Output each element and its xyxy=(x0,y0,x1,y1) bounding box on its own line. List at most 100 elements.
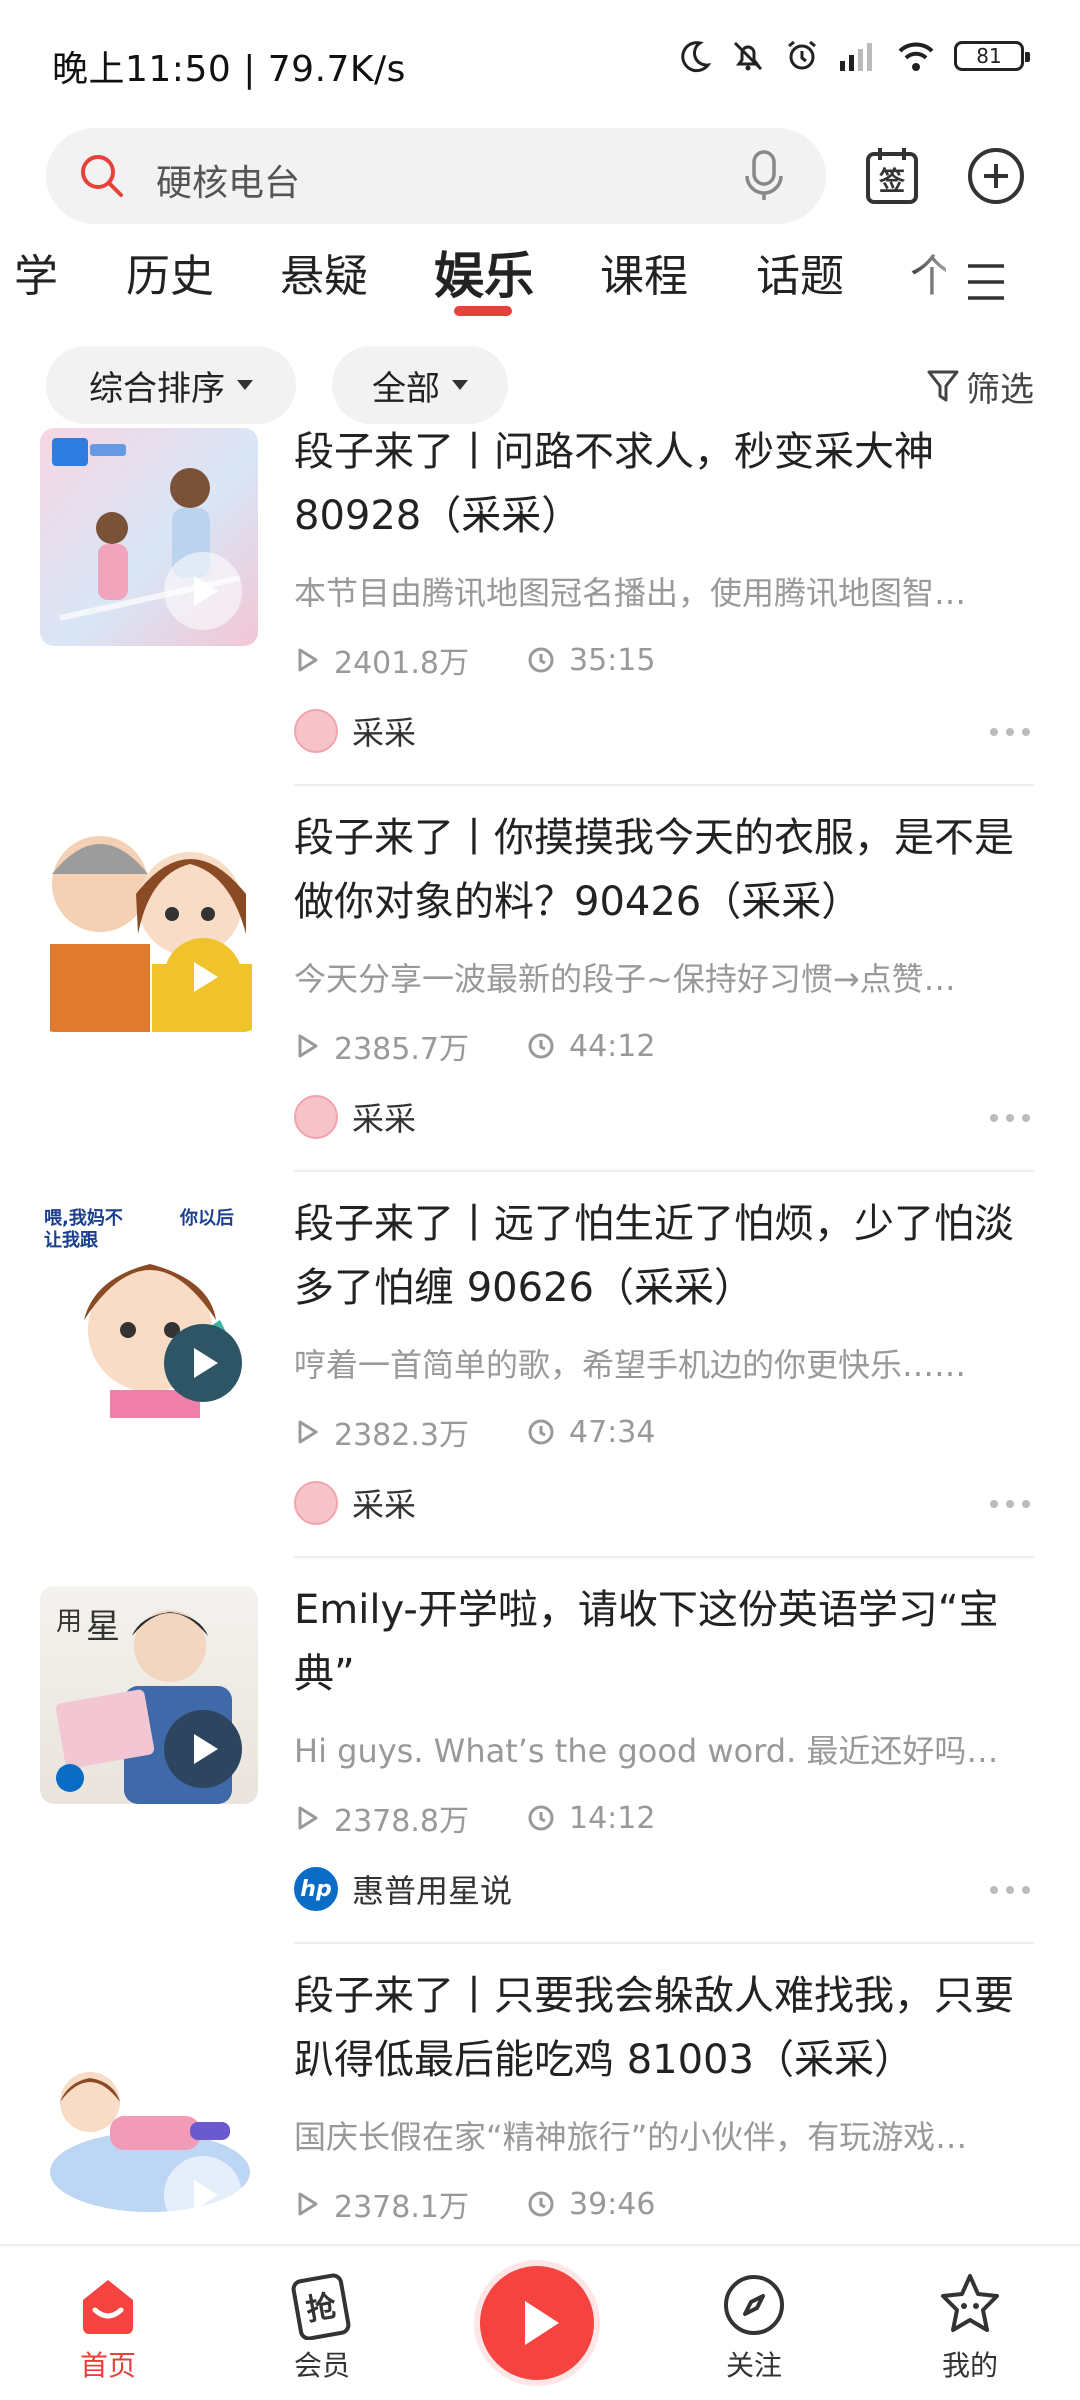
tab-suspense[interactable]: 悬疑 xyxy=(280,240,368,304)
item-description: 本节目由腾讯地图冠名播出，使用腾讯地图智… xyxy=(294,574,967,612)
clock-icon xyxy=(528,1419,554,1445)
nav-follow-label: 关注 xyxy=(725,2349,782,2382)
clock-icon xyxy=(528,647,554,673)
item-description: 哼着一首简单的歌，希望手机边的你更快乐…… xyxy=(294,1346,967,1384)
author-name: 惠普用星说 xyxy=(352,1872,513,1910)
active-tab-indicator xyxy=(454,306,512,316)
nav-vip-label: 会员 xyxy=(293,2349,350,2382)
player-play-button[interactable] xyxy=(480,2266,594,2380)
caret-down-icon xyxy=(452,380,468,390)
filter-button[interactable]: 筛选 xyxy=(926,362,1034,411)
play-count: 2378.1万 xyxy=(334,2190,469,2225)
nav-home[interactable]: 首页 xyxy=(48,2270,168,2384)
item-description: 国庆长假在家“精神旅行”的小伙伴，有玩游戏… xyxy=(294,2118,968,2156)
divider xyxy=(294,1942,1034,1944)
battery-icon: 81 xyxy=(954,41,1030,71)
cover-image: 用 星 xyxy=(40,1586,258,1804)
divider xyxy=(294,1170,1034,1172)
item-title: 段子来了丨问路不求人，秒变采大神80928（采采） xyxy=(294,429,934,539)
play-overlay-icon[interactable] xyxy=(164,2156,242,2234)
tab-history[interactable]: 历史 xyxy=(126,240,214,304)
duration: 44:12 xyxy=(568,1028,656,1064)
author-row[interactable]: 采采 xyxy=(294,1094,416,1140)
home-icon xyxy=(73,2270,143,2340)
svg-text:你以后: 你以后 xyxy=(179,1207,234,1229)
search-input[interactable]: 硬核电台 xyxy=(46,128,826,224)
item-title: Emily-开学啦，请收下这份英语学习“宝典” xyxy=(294,1587,999,1697)
play-count: 2401.8万 xyxy=(334,646,469,681)
bottom-nav: 首页 抢 会员 关注 我的 xyxy=(0,2244,1080,2400)
item-title: 段子来了丨远了怕生近了怕烦，少了怕淡多了怕缠 90626（采采） xyxy=(294,1201,1014,1311)
svg-text:签: 签 xyxy=(879,166,906,197)
filter-row: 综合排序 全部 筛选 xyxy=(46,346,1034,426)
play-count-icon xyxy=(298,2192,318,2216)
search-row: 硬核电台 签 xyxy=(46,128,1034,224)
category-tabs: 学 历史 悬疑 娱乐 课程 话题 个 xyxy=(0,240,1080,332)
microphone-icon[interactable] xyxy=(742,148,786,204)
nav-home-label: 首页 xyxy=(79,2349,136,2382)
item-meta: 2385.7万 44:12 xyxy=(294,1024,655,1068)
play-count-icon xyxy=(298,1806,318,1830)
signal-icon xyxy=(840,43,872,71)
play-overlay-icon[interactable] xyxy=(164,1324,242,1402)
tab-topic[interactable]: 话题 xyxy=(756,240,844,304)
tabs-menu-button[interactable] xyxy=(946,242,1026,322)
star-face-icon xyxy=(935,2270,1005,2340)
list-item[interactable]: 喂,我妈不 让我跟 你以后 段子来了丨远了怕生近了怕烦，少了怕淡多了怕缠 906… xyxy=(0,1200,1080,1586)
hp-logo-avatar: hp xyxy=(294,1867,338,1911)
wifi-icon xyxy=(898,42,934,71)
item-meta: 2401.8万 35:15 xyxy=(294,638,655,682)
duration: 39:46 xyxy=(568,2186,656,2222)
play-count-icon xyxy=(298,1034,318,1058)
compass-icon xyxy=(719,2270,789,2340)
more-button[interactable] xyxy=(990,1500,1030,1508)
author-row[interactable]: 采采 xyxy=(294,708,416,754)
add-icon[interactable] xyxy=(964,144,1028,208)
tab-course[interactable]: 课程 xyxy=(600,240,688,304)
author-row[interactable]: hp 惠普用星说 xyxy=(294,1866,512,1912)
nav-mine[interactable]: 我的 xyxy=(910,2270,1030,2384)
divider xyxy=(294,1556,1034,1558)
svg-text:用: 用 xyxy=(56,1607,82,1637)
svg-text:星: 星 xyxy=(86,1607,120,1647)
vip-ticket-icon: 抢 xyxy=(287,2270,357,2340)
item-title: 段子来了丨你摸摸我今天的衣服，是不是做你对象的料？90426（采采） xyxy=(294,815,1014,925)
duration: 47:34 xyxy=(568,1414,656,1450)
cover-image xyxy=(40,814,258,1032)
svg-text:让我跟: 让我跟 xyxy=(44,1230,99,1251)
svg-text:喂,我妈不: 喂,我妈不 xyxy=(44,1208,123,1229)
more-button[interactable] xyxy=(990,1114,1030,1122)
scope-label: 全部 xyxy=(372,368,440,409)
list-item[interactable]: 用 星 Emily-开学啦，请收下这份英语学习“宝典” Hi guys. Wha… xyxy=(0,1586,1080,1972)
duration: 14:12 xyxy=(568,1800,656,1836)
item-meta: 2378.8万 14:12 xyxy=(294,1796,655,1840)
list-item[interactable]: 段子来了丨问路不求人，秒变采大神80928（采采） 本节目由腾讯地图冠名播出，使… xyxy=(0,428,1080,814)
play-overlay-icon[interactable] xyxy=(164,1710,242,1788)
sign-in-icon[interactable]: 签 xyxy=(860,144,924,208)
more-button[interactable] xyxy=(990,1886,1030,1894)
clock-icon xyxy=(528,1805,554,1831)
mute-bell-icon xyxy=(733,41,763,71)
nav-vip[interactable]: 抢 会员 xyxy=(262,2270,382,2384)
scope-dropdown[interactable]: 全部 xyxy=(332,346,508,424)
nav-follow[interactable]: 关注 xyxy=(694,2270,814,2384)
more-button[interactable] xyxy=(990,728,1030,736)
play-count: 2385.7万 xyxy=(334,1032,469,1067)
cover-image xyxy=(40,428,258,646)
avatar xyxy=(294,709,338,753)
play-overlay-icon[interactable] xyxy=(164,552,242,630)
avatar xyxy=(294,1095,338,1139)
avatar xyxy=(294,1481,338,1525)
play-count-icon xyxy=(298,648,318,672)
moon-icon xyxy=(681,41,712,73)
status-time-speed: 晚上11:50 | 79.7K/s xyxy=(52,49,406,90)
list-item[interactable]: 段子来了丨你摸摸我今天的衣服，是不是做你对象的料？90426（采采） 今天分享一… xyxy=(0,814,1080,1200)
play-overlay-icon[interactable] xyxy=(164,938,242,1016)
tab-study[interactable]: 学 xyxy=(14,240,58,304)
tab-entertainment[interactable]: 娱乐 xyxy=(434,236,534,308)
author-row[interactable]: 采采 xyxy=(294,1480,416,1526)
play-count: 2378.8万 xyxy=(334,1804,469,1839)
item-description: Hi guys. What’s the good word. 最近还好吗… xyxy=(294,1732,999,1770)
duration: 35:15 xyxy=(568,642,656,678)
sort-dropdown[interactable]: 综合排序 xyxy=(46,346,296,424)
